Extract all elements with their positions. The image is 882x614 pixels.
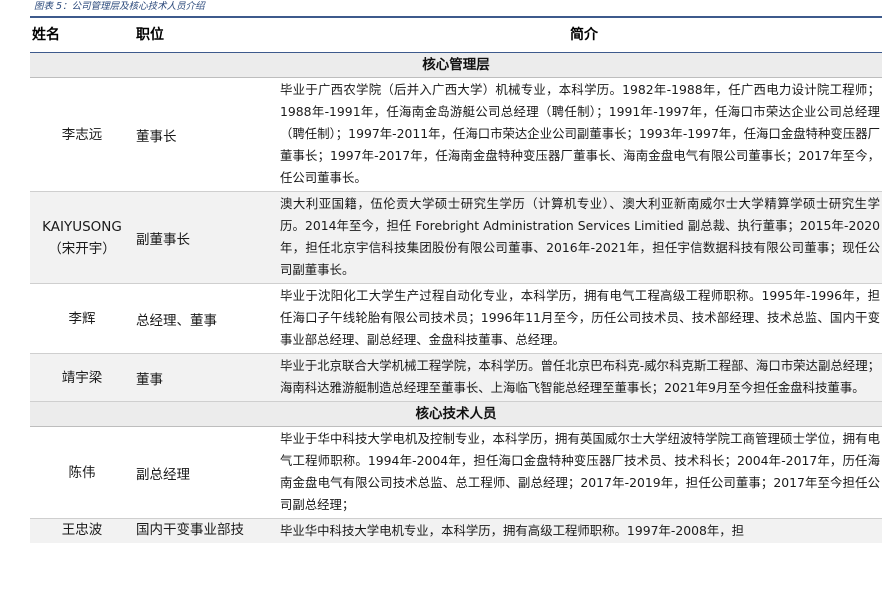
person-name: 陈伟 xyxy=(68,464,96,481)
table-row: 李志远 董事长 毕业于广西农学院（后并入广西大学）机械专业，本科学历。1982年… xyxy=(30,78,882,192)
header-name: 姓名 xyxy=(32,27,60,43)
person-name-chinese: （宋开宇） xyxy=(48,240,116,257)
person-name: 李志远 xyxy=(61,126,103,143)
management-table: 姓名 职位 简介 核心管理层 李志远 董事长 毕业于广西农学院（后并入广西大学）… xyxy=(30,16,882,543)
person-position: 国内干变事业部技 xyxy=(136,522,244,538)
person-name: 李辉 xyxy=(68,310,96,327)
person-position: 董事 xyxy=(136,371,163,388)
person-intro: 毕业于北京联合大学机械工程学院，本科学历。曾任北京巴布科克-威尔科克斯工程部、海… xyxy=(280,358,880,395)
table-row: KAIYUSONG （宋开宇） 副董事长 澳大利亚国籍，伍伦贡大学硕士研究生学历… xyxy=(30,192,882,284)
person-position: 副董事长 xyxy=(136,231,190,248)
table-row: 王忠波 国内干变事业部技 毕业华中科技大学电机专业，本科学历，拥有高级工程师职称… xyxy=(30,519,882,543)
person-name: 王忠波 xyxy=(61,522,103,538)
table-row: 陈伟 副总经理 毕业于华中科技大学电机及控制专业，本科学历，拥有英国威尔士大学纽… xyxy=(30,427,882,519)
table-row: 李辉 总经理、董事 毕业于沈阳化工大学生产过程自动化专业，本科学历，拥有电气工程… xyxy=(30,284,882,354)
person-intro: 澳大利亚国籍，伍伦贡大学硕士研究生学历（计算机专业）、澳大利亚新南威尔士大学精算… xyxy=(280,196,880,277)
header-position: 职位 xyxy=(136,27,164,43)
table-header: 姓名 职位 简介 xyxy=(30,16,882,53)
figure-caption: 图表 5：公司管理层及核心技术人员介绍 xyxy=(34,1,205,12)
header-intro: 简介 xyxy=(570,27,598,43)
person-name: 靖宇梁 xyxy=(61,369,103,386)
person-intro: 毕业于华中科技大学电机及控制专业，本科学历，拥有英国威尔士大学纽波特学院工商管理… xyxy=(280,431,880,512)
person-position: 副总经理 xyxy=(136,466,190,483)
table-row: 靖宇梁 董事 毕业于北京联合大学机械工程学院，本科学历。曾任北京巴布科克-威尔科… xyxy=(30,354,882,402)
person-position: 董事长 xyxy=(136,128,177,145)
person-intro: 毕业于广西农学院（后并入广西大学）机械专业，本科学历。1982年-1988年，任… xyxy=(280,82,880,185)
person-position: 总经理、董事 xyxy=(136,312,217,329)
section-title-tech-staff: 核心技术人员 xyxy=(30,402,882,427)
section-title-management: 核心管理层 xyxy=(30,53,882,78)
person-name: KAIYUSONG （宋开宇） xyxy=(30,192,134,283)
person-intro: 毕业华中科技大学电机专业，本科学历，拥有高级工程师职称。1997年-2008年，… xyxy=(280,523,745,538)
person-intro: 毕业于沈阳化工大学生产过程自动化专业，本科学历，拥有电气工程高级工程师职称。19… xyxy=(280,288,880,347)
